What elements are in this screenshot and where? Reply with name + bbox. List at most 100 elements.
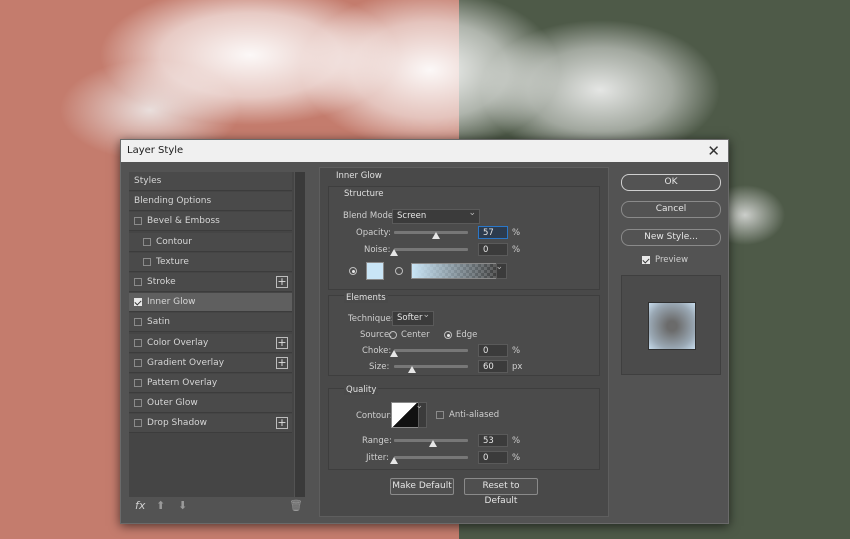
- gradient-radio[interactable]: [395, 267, 403, 275]
- solid-color-radio[interactable]: [349, 267, 357, 275]
- size-slider-track[interactable]: [394, 365, 468, 368]
- style-item-label: Blending Options: [134, 196, 212, 207]
- style-item-pattern-overlay[interactable]: Pattern Overlay: [129, 374, 292, 393]
- style-item-checkbox[interactable]: [134, 298, 142, 307]
- style-item-texture[interactable]: Texture: [129, 252, 292, 272]
- structure-group: Structure Blend Mode: Screen Opacity: 57…: [328, 186, 600, 290]
- make-default-button[interactable]: Make Default: [390, 478, 454, 495]
- blend-mode-label: Blend Mode:: [343, 211, 396, 221]
- reset-to-default-button[interactable]: Reset to Default: [464, 478, 538, 506]
- ok-button[interactable]: OK: [621, 174, 721, 191]
- source-edge-radio[interactable]: [444, 331, 452, 339]
- quality-group: Quality Contour: Anti-aliased Range: 53 …: [328, 385, 600, 470]
- style-item-checkbox[interactable]: [134, 379, 142, 387]
- style-item-checkbox[interactable]: [134, 338, 142, 347]
- style-item-label: Satin: [147, 317, 170, 328]
- cancel-button[interactable]: Cancel: [621, 201, 721, 218]
- opacity-slider-thumb[interactable]: [432, 232, 441, 239]
- size-unit: px: [512, 362, 523, 372]
- noise-label: Noise:: [364, 245, 391, 255]
- style-item-stroke[interactable]: Stroke +: [129, 273, 292, 292]
- styles-list-scrollbar[interactable]: [295, 172, 305, 497]
- glow-color-swatch[interactable]: [366, 262, 384, 280]
- structure-title: Structure: [344, 189, 384, 199]
- opacity-input[interactable]: 57: [478, 226, 508, 239]
- opacity-slider-track[interactable]: [394, 231, 468, 234]
- style-item-checkbox[interactable]: [134, 278, 142, 286]
- style-item-checkbox[interactable]: [134, 217, 142, 226]
- add-effect-plus-icon[interactable]: +: [276, 356, 288, 369]
- dialog-body: Styles Blending Options Bevel & Emboss Cont…: [121, 162, 728, 523]
- new-style-button[interactable]: New Style...: [621, 229, 721, 246]
- source-center-label: Center: [401, 330, 430, 340]
- glow-gradient-picker[interactable]: [411, 263, 497, 279]
- preview-label: Preview: [655, 255, 689, 265]
- style-item-label: Pattern Overlay: [147, 378, 218, 388]
- choke-slider-thumb[interactable]: [390, 350, 398, 357]
- add-effect-plus-icon[interactable]: +: [276, 336, 288, 349]
- choke-input[interactable]: 0: [478, 344, 508, 357]
- dialog-title: Layer Style: [127, 145, 184, 156]
- style-item-outer-glow[interactable]: Outer Glow: [129, 394, 292, 414]
- style-item-label: Bevel & Emboss: [147, 216, 220, 227]
- title-bar: Layer Style ✕: [121, 140, 728, 162]
- style-item-label: Styles: [134, 176, 162, 186]
- choke-label: Choke:: [362, 346, 392, 356]
- source-label: Source:: [360, 330, 393, 340]
- inner-glow-panel: Inner Glow Structure Blend Mode: Screen …: [319, 167, 609, 517]
- blend-mode-select[interactable]: Screen: [392, 209, 480, 224]
- jitter-unit: %: [512, 453, 521, 463]
- style-item-contour[interactable]: Contour: [129, 232, 292, 252]
- move-up-icon[interactable]: ⬆: [156, 499, 165, 512]
- technique-select[interactable]: Softer: [392, 311, 434, 326]
- size-slider-thumb[interactable]: [407, 366, 416, 373]
- jitter-input[interactable]: 0: [478, 451, 508, 464]
- style-item-bevel-emboss[interactable]: Bevel & Emboss: [129, 212, 292, 232]
- style-item-checkbox[interactable]: [134, 419, 142, 428]
- style-item-label: Outer Glow: [147, 398, 198, 409]
- trash-icon[interactable]: 🗑: [289, 499, 303, 512]
- noise-slider-track[interactable]: [394, 248, 468, 251]
- jitter-slider-thumb[interactable]: [390, 457, 398, 464]
- range-input[interactable]: 53: [478, 434, 508, 447]
- add-effect-plus-icon[interactable]: +: [276, 417, 288, 430]
- styles-list: Styles Blending Options Bevel & Emboss Cont…: [129, 172, 294, 497]
- style-item-label: Color Overlay: [147, 337, 209, 348]
- range-slider-thumb[interactable]: [429, 440, 438, 447]
- noise-input[interactable]: 0: [478, 243, 508, 256]
- anti-aliased-label: Anti-aliased: [449, 410, 500, 420]
- gradient-dropdown[interactable]: [495, 263, 507, 279]
- style-item-label: Drop Shadow: [147, 418, 208, 429]
- add-effect-plus-icon[interactable]: +: [276, 276, 288, 288]
- style-item-checkbox[interactable]: [134, 399, 142, 408]
- choke-slider-track[interactable]: [394, 349, 468, 352]
- jitter-slider-track[interactable]: [394, 456, 468, 459]
- style-item-checkbox[interactable]: [134, 358, 142, 367]
- source-center-radio[interactable]: [389, 331, 397, 339]
- opacity-label: Opacity:: [356, 228, 391, 238]
- contour-dropdown[interactable]: [415, 402, 427, 428]
- style-item-checkbox[interactable]: [143, 237, 151, 246]
- style-preview: [621, 275, 721, 375]
- contour-label: Contour:: [356, 411, 393, 421]
- style-item-gradient-overlay[interactable]: Gradient Overlay +: [129, 353, 292, 373]
- style-item-checkbox[interactable]: [134, 318, 142, 327]
- style-item-checkbox[interactable]: [143, 257, 151, 266]
- style-item-label: Stroke: [147, 277, 176, 287]
- choke-unit: %: [512, 346, 521, 356]
- style-item-color-overlay[interactable]: Color Overlay +: [129, 333, 292, 353]
- preview-checkbox[interactable]: [642, 256, 650, 264]
- style-item-satin[interactable]: Satin: [129, 313, 292, 333]
- anti-aliased-checkbox[interactable]: [436, 411, 444, 419]
- style-item-label: Inner Glow: [147, 297, 196, 308]
- style-item-inner-glow[interactable]: Inner Glow: [129, 293, 292, 313]
- move-down-icon[interactable]: ⬇: [178, 499, 187, 512]
- style-item-drop-shadow[interactable]: Drop Shadow +: [129, 414, 292, 434]
- fx-button[interactable]: fx: [135, 499, 145, 512]
- size-input[interactable]: 60: [478, 360, 508, 373]
- style-item-blending-options[interactable]: Blending Options: [129, 192, 292, 212]
- style-item-label: Contour: [156, 236, 192, 247]
- noise-slider-thumb[interactable]: [390, 249, 398, 256]
- close-icon[interactable]: ✕: [707, 142, 720, 160]
- style-item-styles[interactable]: Styles: [129, 172, 292, 191]
